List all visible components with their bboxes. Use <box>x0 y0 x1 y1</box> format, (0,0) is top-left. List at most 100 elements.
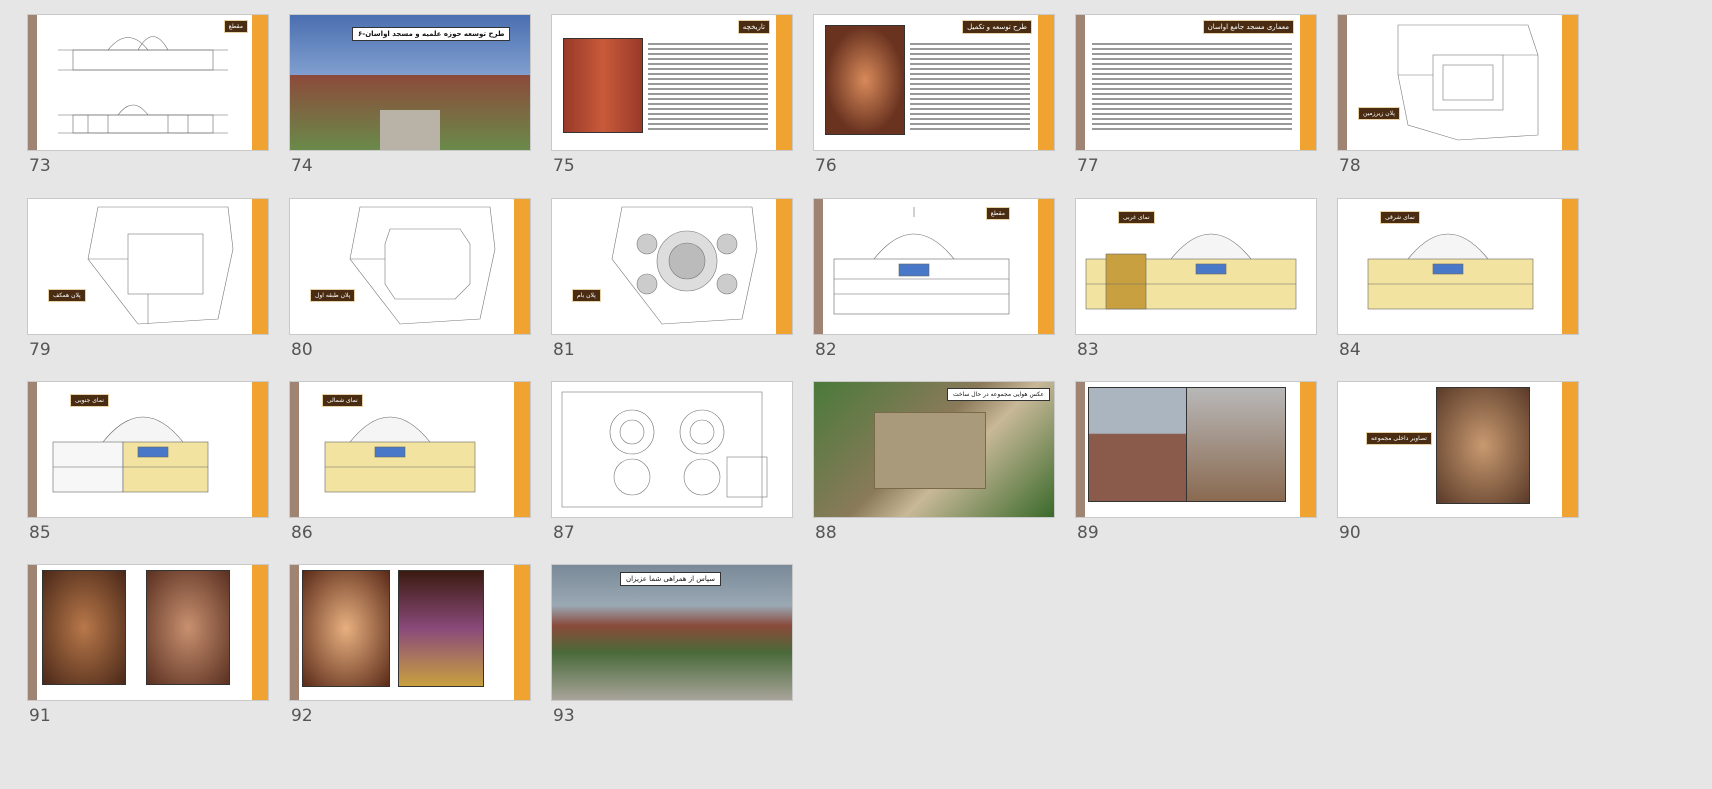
slide-thumbnail-85[interactable]: نمای جنوبی 85 <box>27 381 269 543</box>
slide-number: 74 <box>291 156 313 176</box>
slide-preview <box>1075 381 1317 518</box>
slide-thumbnail-78[interactable]: پلان زیرزمین 78 <box>1337 14 1579 176</box>
slide-number: 78 <box>1339 156 1361 176</box>
right-accent-bar <box>514 565 530 700</box>
slide-title-label: عکس هوایی مجموعه در حال ساخت <box>946 388 1050 401</box>
slide-title-label: پلان طبقه اول <box>310 289 356 302</box>
slide-preview: نمای شرقی <box>1337 198 1579 335</box>
muqarnas-photo <box>1186 387 1286 502</box>
slide-number: 89 <box>1077 523 1099 543</box>
section-drawing <box>58 36 228 134</box>
vault-photo <box>42 570 126 685</box>
slide-thumbnail-86[interactable]: نمای شمالی 86 <box>289 381 531 543</box>
east-elevation-drawing <box>1367 233 1534 310</box>
stained-glass-photo <box>398 570 484 687</box>
roof-plan-drawing <box>611 206 758 325</box>
slide-thumbnail-92[interactable]: 92 <box>289 564 531 726</box>
slide-preview: نمای شمالی <box>289 381 531 518</box>
body-text <box>648 43 768 133</box>
slide-number: 82 <box>815 340 837 360</box>
slide-thumbnail-89[interactable]: 89 <box>1075 381 1317 543</box>
right-accent-bar <box>1562 382 1578 517</box>
slide-preview <box>289 564 531 701</box>
slide-number: 73 <box>29 156 51 176</box>
slide-preview: مقطع <box>27 14 269 151</box>
slide-thumbnail-81[interactable]: پلان بام 81 <box>551 198 793 360</box>
slide-thumbnail-75[interactable]: تاریخچه 75 <box>551 14 793 176</box>
slide-number: 81 <box>553 340 575 360</box>
slide-preview: طرح توسعه و تکمیل <box>813 14 1055 151</box>
slide-number: 92 <box>291 706 313 726</box>
slide-thumbnail-88[interactable]: عکس هوایی مجموعه در حال ساخت 88 <box>813 381 1055 543</box>
slide-preview: پلان همکف <box>27 198 269 335</box>
ceiling-plan-drawing <box>561 391 768 508</box>
slide-number: 84 <box>1339 340 1361 360</box>
right-accent-bar <box>1300 15 1316 150</box>
slide-thumbnail-83[interactable]: نمای غربی 83 <box>1075 198 1317 360</box>
slide-number: 93 <box>553 706 575 726</box>
floor-plan-drawing <box>87 206 234 325</box>
slide-number: 87 <box>553 523 575 543</box>
slide-preview: پلان زیرزمین <box>1337 14 1579 151</box>
right-accent-bar <box>1038 15 1054 150</box>
slide-title-label: ۶-طرح توسعه حوزه علمیه و مسجد اواسان <box>352 27 511 41</box>
slide-number: 91 <box>29 706 51 726</box>
slide-title-label: پلان زیرزمین <box>1358 107 1400 120</box>
slide-title-label: تصاویر داخلی مجموعه <box>1366 432 1432 445</box>
construction-site <box>874 412 986 489</box>
slide-preview: نمای غربی <box>1075 198 1317 335</box>
slide-preview: معماری مسجد جامع اواسان <box>1075 14 1317 151</box>
floor-plan-drawing <box>1397 24 1539 141</box>
section-drawing <box>833 207 1010 315</box>
slide-title-label: مقطع <box>985 207 1010 220</box>
slide-thumbnail-76[interactable]: طرح توسعه و تکمیل 76 <box>813 14 1055 176</box>
slide-number: 85 <box>29 523 51 543</box>
slide-title-label: نمای غربی <box>1118 211 1155 224</box>
slide-preview: ۶-طرح توسعه حوزه علمیه و مسجد اواسان <box>289 14 531 151</box>
slide-thumbnail-80[interactable]: پلان طبقه اول 80 <box>289 198 531 360</box>
slide-number: 83 <box>1077 340 1099 360</box>
slide-thumbnail-91[interactable]: 91 <box>27 564 269 726</box>
slide-thumbnail-73[interactable]: مقطع 73 <box>27 14 269 176</box>
interior-photo <box>1436 387 1530 504</box>
slide-title-label: طرح توسعه و تکمیل <box>962 20 1032 34</box>
left-accent-bar <box>28 565 37 700</box>
dome-exterior-photo <box>1088 387 1190 502</box>
courtyard-path <box>380 110 440 150</box>
left-accent-bar <box>1076 382 1085 517</box>
left-accent-bar <box>1076 15 1085 150</box>
slide-thumbnail-82[interactable]: مقطع 82 <box>813 198 1055 360</box>
body-text <box>910 43 1030 133</box>
slide-title-label: معماری مسجد جامع اواسان <box>1202 20 1294 34</box>
west-elevation-drawing <box>1085 233 1297 310</box>
slide-thumbnail-87[interactable]: 87 <box>551 381 793 543</box>
slide-title-label: نمای جنوبی <box>70 394 109 407</box>
slide-number: 88 <box>815 523 837 543</box>
slide-title-label: نمای شمالی <box>322 394 363 407</box>
slide-title-label: پلان بام <box>572 289 601 302</box>
slide-thumbnail-77[interactable]: معماری مسجد جامع اواسان 77 <box>1075 14 1317 176</box>
dome-interior-photo <box>825 25 905 135</box>
slide-title-label: نمای شرقی <box>1380 211 1420 224</box>
slide-preview: تصاویر داخلی مجموعه <box>1337 381 1579 518</box>
slide-preview <box>551 381 793 518</box>
slide-thumbnail-93[interactable]: سپاس از همراهی شما عزیزان 93 <box>551 564 793 726</box>
slide-thumbnail-90[interactable]: تصاویر داخلی مجموعه 90 <box>1337 381 1579 543</box>
slide-thumbnail-79[interactable]: پلان همکف 79 <box>27 198 269 360</box>
slide-number: 77 <box>1077 156 1099 176</box>
slide-number: 80 <box>291 340 313 360</box>
slide-number: 79 <box>29 340 51 360</box>
slide-title-label: سپاس از همراهی شما عزیزان <box>620 572 721 586</box>
slide-preview: سپاس از همراهی شما عزیزان <box>551 564 793 701</box>
slide-title-label: تاریخچه <box>737 20 770 34</box>
slide-number: 76 <box>815 156 837 176</box>
vault-photo <box>146 570 230 685</box>
slide-preview: تاریخچه <box>551 14 793 151</box>
slide-title-label: پلان همکف <box>48 289 86 302</box>
slide-number: 90 <box>1339 523 1361 543</box>
slide-thumbnail-74[interactable]: ۶-طرح توسعه حوزه علمیه و مسجد اواسان 74 <box>289 14 531 176</box>
right-accent-bar <box>252 565 268 700</box>
south-elevation-drawing <box>52 416 209 493</box>
right-accent-bar <box>776 15 792 150</box>
slide-thumbnail-84[interactable]: نمای شرقی 84 <box>1337 198 1579 360</box>
